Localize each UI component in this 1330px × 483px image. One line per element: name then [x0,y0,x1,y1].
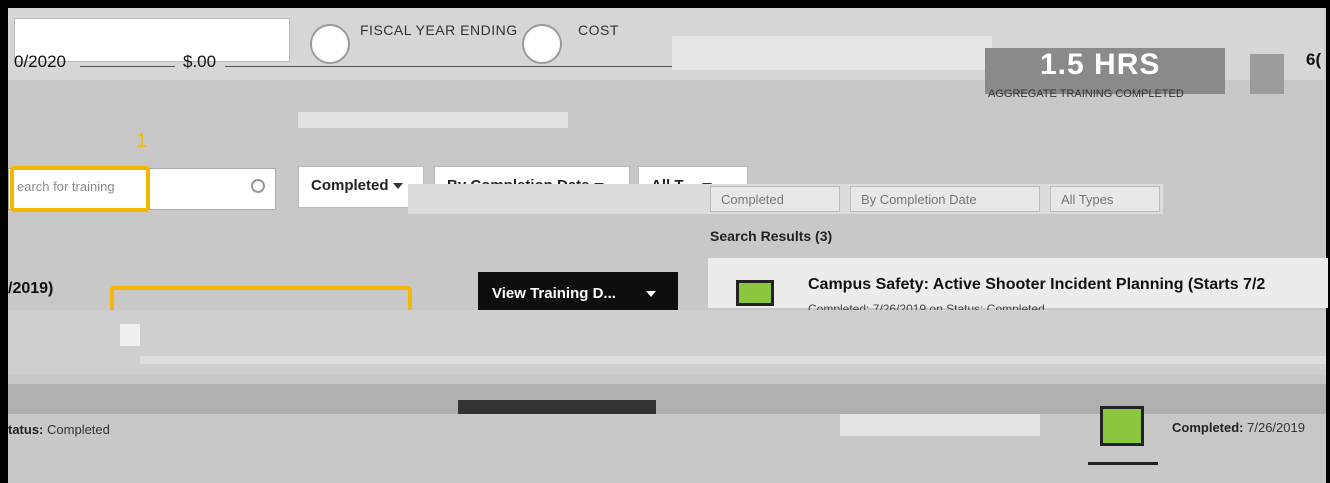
callout-number-top: 1 [136,130,148,152]
chevron-down-icon [392,183,403,190]
result-course-title[interactable]: Campus Safety: Active Shooter Incident P… [808,276,1265,294]
type-filter-small[interactable]: All Types [1050,186,1160,212]
header-right-card [672,36,992,70]
view-training-button[interactable]: View Training D... [478,272,678,314]
status-filter-label: Completed [311,177,389,194]
laptop-icon [722,272,792,312]
type-filter-small-label: All Types [1061,192,1114,207]
laptop-icon-bottom [1086,404,1160,470]
left-status-text: tatus: Completed [8,422,110,437]
fiscal-year-value: 0/2020 [14,52,66,71]
search-results-label: Search Results (3) [710,228,833,244]
completed-value: 7/26/2019 [1247,420,1305,435]
fiscal-year-label: FISCAL YEAR ENDING [360,22,518,38]
status-filter-small-label: Completed [721,192,784,207]
cost-icon [522,24,562,64]
right-bars [1250,54,1284,94]
lower-card-white-strip [140,356,1326,364]
lower-card-left [120,324,140,346]
laptop-screen [736,280,774,306]
calendar-icon [310,24,350,64]
aggregate-hours-value: 1.5 HRS [1040,48,1161,81]
chevron-down-icon [645,290,656,297]
left-card-date: /2019) [8,280,54,297]
left-status-value: Completed [47,422,110,437]
search-icon[interactable] [251,179,265,193]
status-filter-small[interactable]: Completed [710,186,840,212]
fiscal-year-rule [80,66,175,67]
completed-date-text: Completed: 7/26/2019 [1172,420,1305,435]
sort-filter-small[interactable]: By Completion Date [850,186,1040,212]
sort-filter-small-label: By Completion Date [861,192,977,207]
status-filter-dropdown[interactable]: Completed [298,166,424,208]
left-status-key: tatus: [8,422,44,437]
completed-key: Completed: [1172,420,1244,435]
screen: FISCAL YEAR ENDING COST 0/2020 $.00 1.5 … [0,0,1330,483]
laptop-base-bottom [1088,462,1158,465]
right-partial-value: 6( [1306,50,1322,69]
mid-light-bar [298,112,568,128]
cost-label: COST [578,22,619,38]
lower-band [8,310,1326,374]
search-highlight [10,166,150,212]
aggregate-training-label: AGGREGATE TRAINING COMPLETED [988,88,1184,100]
view-training-label: View Training D... [492,284,616,302]
separator-dark-block [458,400,656,414]
bottom-center-box [840,414,1040,436]
laptop-screen-bottom [1100,406,1144,446]
cost-value: $.00 [183,52,217,71]
